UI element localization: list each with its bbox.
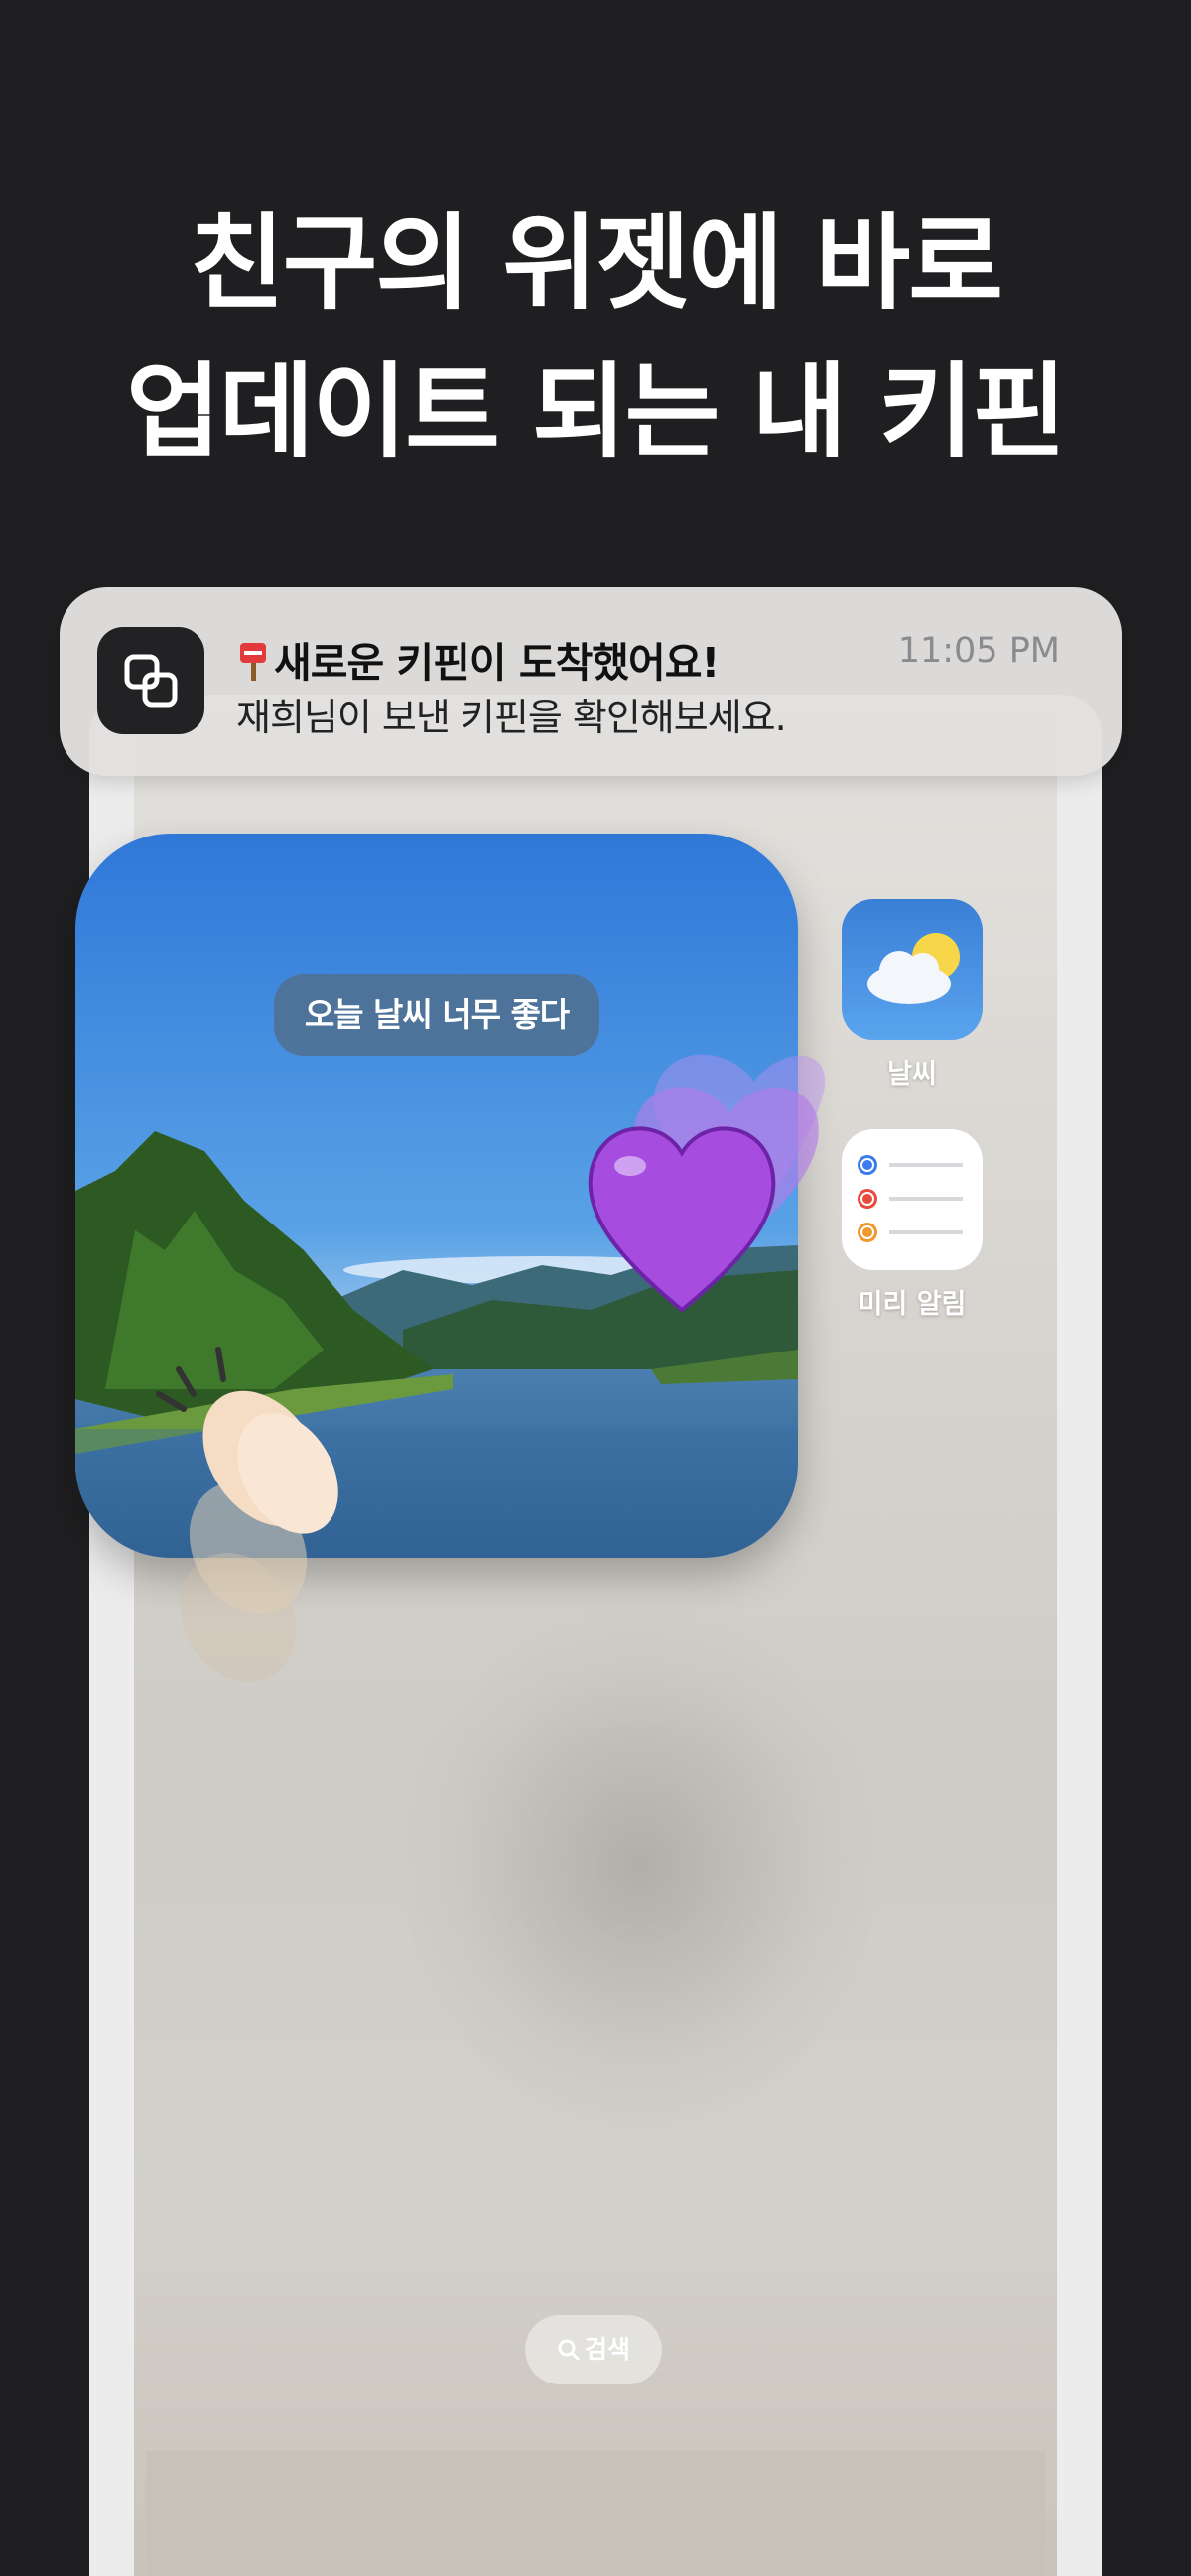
postbox-icon: [236, 641, 270, 681]
search-icon: [558, 2339, 580, 2361]
purple-heart-icon: [581, 1022, 839, 1320]
dock-area: [146, 2451, 1045, 2576]
app-label-weather: 날씨: [887, 1059, 937, 1090]
clapping-hands-icon: [139, 1340, 367, 1697]
overlapping-squares-icon: [97, 627, 204, 734]
headline: 친구의 위젯에 바로 업데이트 되는 내 키핀: [0, 189, 1191, 486]
notification-banner[interactable]: 새로운 키핀이 도착했어요! 재희님이 보낸 키핀을 확인해보세요. 11:05…: [60, 587, 1122, 776]
search-button[interactable]: 검색: [525, 2315, 662, 2384]
headline-line-2: 업데이트 되는 내 키핀: [126, 351, 1067, 472]
search-label: 검색: [584, 2335, 630, 2364]
headline-line-1: 친구의 위젯에 바로: [190, 202, 1003, 323]
weather-icon: [842, 899, 983, 1040]
notification-time: 11:05 PM: [897, 631, 1060, 671]
app-reminders[interactable]: 미리 알림: [842, 1129, 983, 1321]
notification-body: 재희님이 보낸 키핀을 확인해보세요.: [236, 696, 787, 739]
wallpaper-blur: [402, 1608, 878, 2124]
app-weather[interactable]: 날씨: [842, 899, 983, 1091]
notification-title-text: 새로운 키핀이 도착했어요!: [274, 639, 720, 687]
app-label-reminders: 미리 알림: [858, 1289, 967, 1320]
reminders-icon: [842, 1129, 983, 1270]
notification-title: 새로운 키핀이 도착했어요!: [236, 629, 720, 689]
photo-caption: 오늘 날씨 너무 좋다: [274, 974, 599, 1056]
